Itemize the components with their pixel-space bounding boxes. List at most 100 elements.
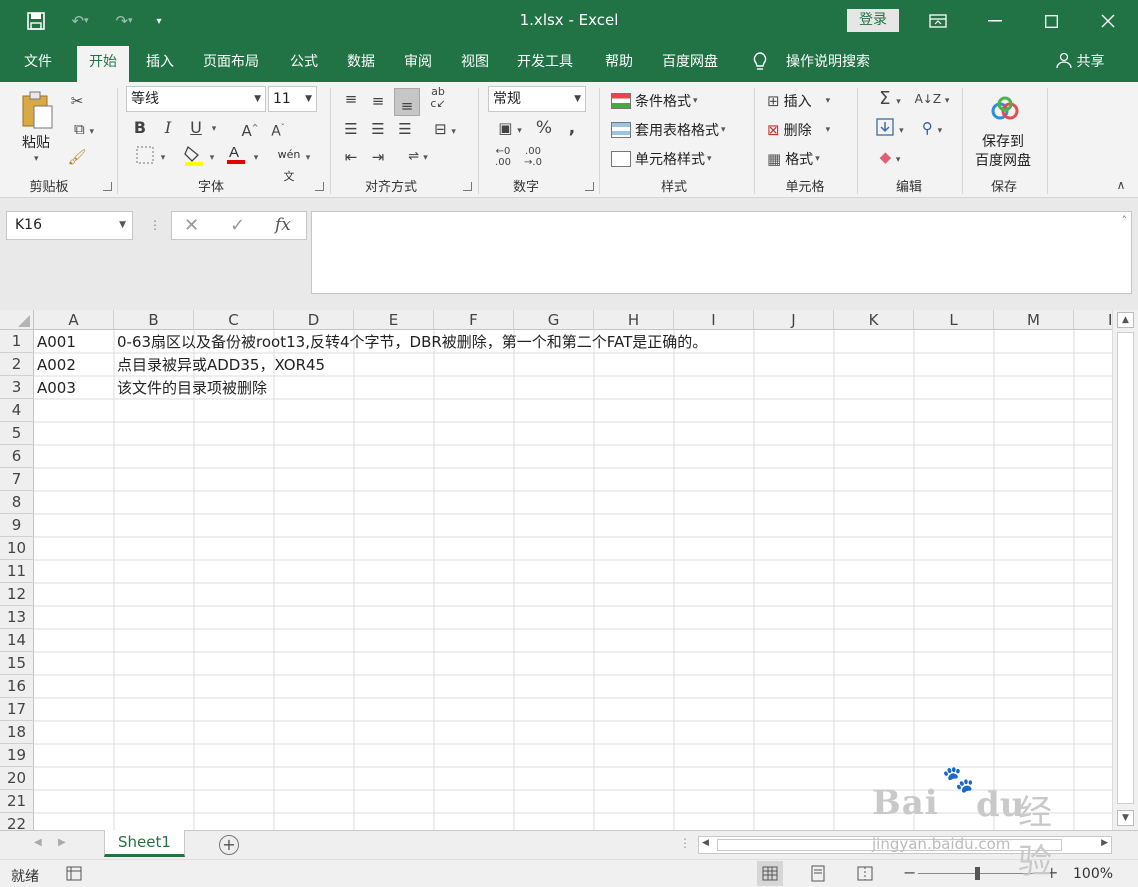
tab-developer[interactable]: 开发工具 [517, 42, 573, 82]
increase-font-size-icon[interactable]: A^ [240, 117, 260, 142]
conditional-formatting-button[interactable]: 条件格式 ▾ [611, 90, 698, 112]
column-header[interactable]: M [994, 310, 1074, 330]
page-break-preview-icon[interactable] [852, 861, 878, 886]
cut-icon[interactable]: ✂ [66, 90, 88, 112]
column-header[interactable]: I [674, 310, 754, 330]
row-header[interactable]: 19 [0, 744, 34, 767]
increase-decimal-icon[interactable]: ←0.00 [490, 146, 516, 168]
column-header[interactable]: A [34, 310, 114, 330]
merge-center-icon[interactable]: ⊟ ▾ [425, 118, 465, 143]
cell-a2[interactable]: A002 [34, 354, 76, 376]
row-header[interactable]: 20 [0, 767, 34, 790]
decrease-decimal-icon[interactable]: .00 →.0 [520, 146, 546, 168]
align-right-icon[interactable]: ☰ [394, 118, 416, 140]
tab-view[interactable]: 视图 [461, 42, 489, 82]
zoom-slider-thumb[interactable] [975, 867, 980, 880]
sheet-tab-sheet1[interactable]: Sheet1 [104, 830, 185, 857]
scroll-left-icon[interactable]: ◀ [702, 838, 709, 848]
insert-cells-button[interactable]: ⊞ 插入 ▾ [767, 90, 830, 112]
font-name-combo[interactable]: 等线 ▼ [126, 86, 266, 112]
cancel-icon[interactable]: ✕ [184, 215, 199, 236]
paste-dropdown-icon[interactable]: ▾ [34, 154, 39, 164]
select-all-button[interactable] [0, 310, 34, 330]
column-header[interactable]: D [274, 310, 354, 330]
bold-button[interactable]: B [130, 117, 150, 139]
tab-file[interactable]: 文件 [24, 42, 52, 82]
find-select-icon[interactable]: ⚲ ▾ [914, 117, 950, 142]
cell-b1[interactable]: 0-63扇区以及备份被root13,反转4个字节，DBR被删除，第一个和第二个F… [114, 331, 707, 353]
tab-page-layout[interactable]: 页面布局 [203, 42, 259, 82]
baidu-cloud-icon[interactable] [990, 96, 1020, 122]
copy-icon[interactable]: ⧉ ▾ [66, 118, 102, 143]
share-button[interactable]: 共享 [1056, 42, 1104, 82]
collapse-formula-bar-icon[interactable]: ˄ [1122, 214, 1128, 227]
row-header[interactable]: 3 [0, 376, 34, 399]
login-button[interactable]: 登录 [847, 9, 899, 32]
font-launcher-icon[interactable] [315, 182, 324, 191]
row-header[interactable]: 15 [0, 652, 34, 675]
font-color-icon[interactable]: A [224, 142, 248, 172]
row-header[interactable]: 16 [0, 675, 34, 698]
underline-button[interactable]: U [186, 117, 206, 139]
fill-color-dropdown-icon[interactable]: ▾ [207, 147, 217, 169]
tab-help[interactable]: 帮助 [605, 42, 633, 82]
customize-toolbar-icon[interactable]: ▾ [150, 8, 168, 34]
column-header[interactable]: I [1074, 310, 1112, 330]
row-header[interactable]: 7 [0, 468, 34, 491]
tab-insert[interactable]: 插入 [146, 42, 174, 82]
clipboard-launcher-icon[interactable] [103, 182, 112, 191]
wrap-text-icon[interactable]: ⇌ ▾ [398, 146, 438, 169]
maximize-icon[interactable] [1038, 8, 1064, 34]
fill-color-icon[interactable] [182, 144, 206, 172]
minimize-icon[interactable] [982, 8, 1008, 34]
row-header[interactable]: 4 [0, 399, 34, 422]
align-left-icon[interactable]: ☰ [340, 118, 362, 140]
insert-function-button[interactable]: fx [275, 215, 291, 235]
page-layout-view-icon[interactable] [805, 861, 831, 886]
tab-splitter-icon[interactable]: ⋮ [679, 836, 691, 850]
row-header[interactable]: 8 [0, 491, 34, 514]
column-header[interactable]: J [754, 310, 834, 330]
macro-record-icon[interactable] [66, 866, 82, 885]
phonetic-guide-icon[interactable]: wén 文 [276, 144, 302, 188]
font-color-dropdown-icon[interactable]: ▾ [251, 147, 261, 169]
name-box[interactable]: K16 ▼ [6, 211, 133, 240]
orientation-icon[interactable]: ab c↙ [427, 86, 449, 110]
autosum-icon[interactable]: Σ ▾ [870, 88, 910, 113]
row-header[interactable]: 9 [0, 514, 34, 537]
zoom-level[interactable]: 100% [1073, 866, 1113, 882]
tab-data[interactable]: 数据 [347, 42, 375, 82]
delete-cells-button[interactable]: ⊠ 删除 ▾ [767, 119, 830, 141]
cell-styles-button[interactable]: 单元格样式 ▾ [611, 148, 712, 170]
row-header[interactable]: 1 [0, 330, 34, 353]
cell-b3[interactable]: 该文件的目录项被删除 [114, 377, 267, 399]
tell-me-search[interactable]: 操作说明搜索 [786, 42, 870, 82]
new-sheet-icon[interactable]: + [219, 835, 239, 855]
scroll-up-icon[interactable]: ▲ [1117, 312, 1134, 328]
align-bottom-icon[interactable]: ≡ [394, 88, 420, 116]
number-format-combo[interactable]: 常规 ▼ [488, 86, 586, 112]
comma-style-icon[interactable]: , [562, 117, 582, 139]
column-header[interactable]: C [194, 310, 274, 330]
align-center-icon[interactable]: ☰ [367, 118, 389, 140]
next-sheet-icon[interactable]: ▶ [58, 837, 66, 848]
format-cells-button[interactable]: ▦ 格式 ▾ [767, 148, 820, 170]
column-header[interactable]: L [914, 310, 994, 330]
sort-filter-icon[interactable]: A↓Z ▾ [914, 88, 950, 112]
increase-indent-icon[interactable]: ⇥ [367, 146, 389, 168]
tab-baidu-netdisk[interactable]: 百度网盘 [662, 42, 718, 82]
percent-style-button[interactable]: % [534, 117, 554, 139]
number-launcher-icon[interactable] [585, 182, 594, 191]
splitter-dots-icon[interactable]: ⋮ [149, 218, 161, 232]
clear-icon[interactable]: ◆ ▾ [870, 146, 910, 171]
row-header[interactable]: 22 [0, 813, 34, 830]
row-header[interactable]: 14 [0, 629, 34, 652]
decrease-font-size-icon[interactable]: Aˇ [268, 117, 288, 143]
zoom-in-icon[interactable]: + [1045, 863, 1058, 882]
column-header[interactable]: B [114, 310, 194, 330]
column-header[interactable]: F [434, 310, 514, 330]
save-to-baidu-line1[interactable]: 保存到 [982, 131, 1024, 151]
formula-input[interactable]: ˄ [311, 211, 1132, 294]
enter-icon[interactable]: ✓ [230, 215, 245, 236]
worksheet-grid[interactable]: A B C D E F G H I J K L M I 1 2 3 4 5 6 … [0, 310, 1112, 830]
